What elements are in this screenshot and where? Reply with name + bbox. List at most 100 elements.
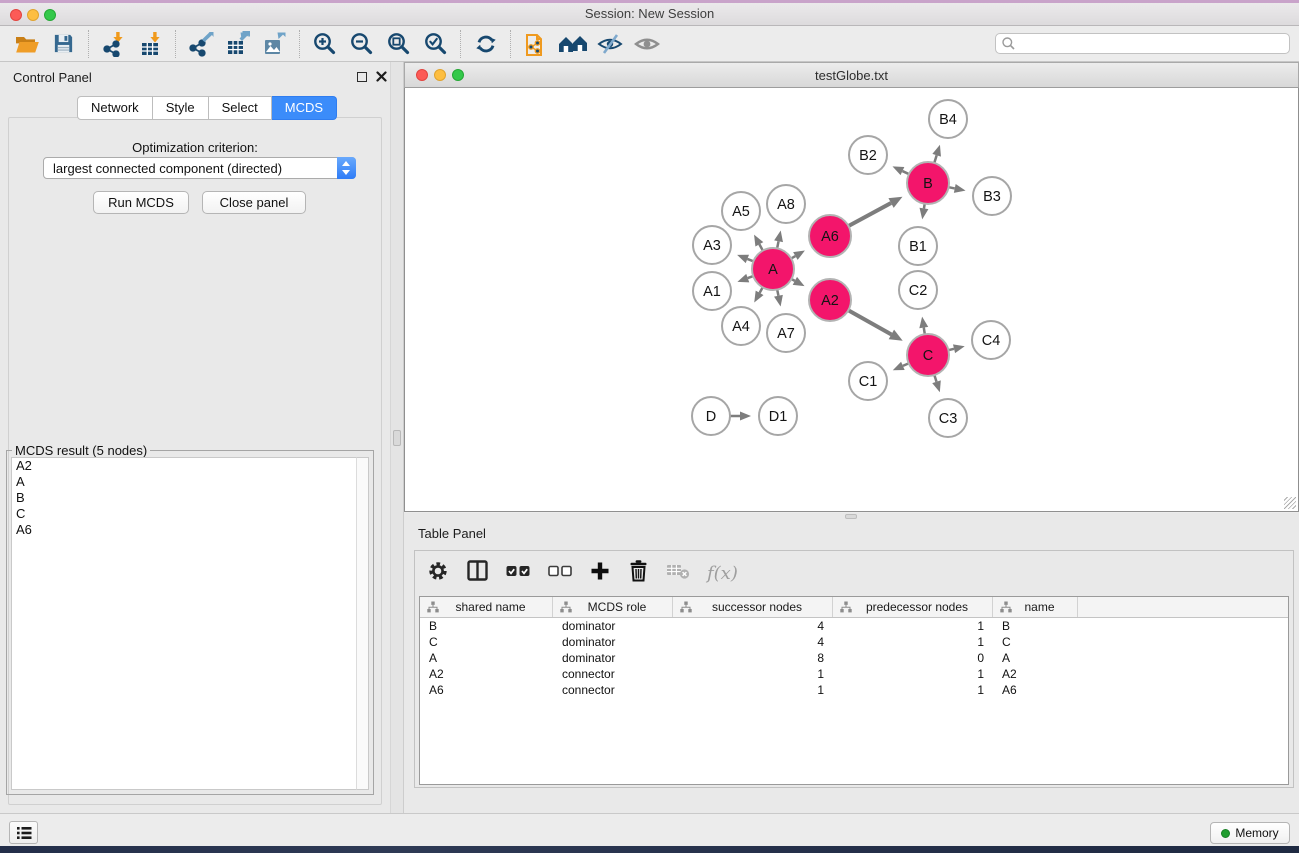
graph-node-label: B4 bbox=[939, 112, 957, 128]
panel-splitter-vertical[interactable] bbox=[390, 62, 404, 813]
close-panel-button[interactable]: Close panel bbox=[202, 191, 306, 214]
hide-selected-button[interactable] bbox=[591, 28, 628, 60]
zoom-in-button[interactable] bbox=[306, 28, 343, 60]
result-item[interactable]: A6 bbox=[12, 522, 356, 538]
network-minimize-button[interactable] bbox=[434, 69, 446, 81]
graph-node-label: C1 bbox=[859, 374, 878, 390]
table-settings-button[interactable] bbox=[427, 560, 449, 587]
edge-arrowhead-icon bbox=[954, 184, 966, 193]
apply-layout-button[interactable] bbox=[467, 28, 504, 60]
network-close-button[interactable] bbox=[416, 69, 428, 81]
deselect-all-rows-button[interactable] bbox=[548, 564, 572, 582]
column-header-name[interactable]: name bbox=[993, 597, 1078, 617]
first-neighbors-button[interactable] bbox=[554, 28, 591, 60]
zoom-selected-button[interactable] bbox=[417, 28, 454, 60]
result-item[interactable]: A bbox=[12, 474, 356, 490]
import-network-button[interactable] bbox=[95, 28, 132, 60]
table-cell: connector bbox=[553, 683, 673, 697]
table-cell: dominator bbox=[553, 651, 673, 665]
mcds-result-list[interactable]: A2ABCA6 bbox=[11, 457, 356, 790]
main-toolbar bbox=[0, 26, 1299, 62]
node-table-rows: Bdominator41BCdominator41CAdominator80AA… bbox=[420, 618, 1288, 698]
result-item[interactable]: C bbox=[12, 506, 356, 522]
export-network-button[interactable] bbox=[182, 28, 219, 60]
splitter-handle[interactable] bbox=[393, 430, 401, 446]
table-toolbar: f(x) bbox=[415, 551, 1293, 595]
zoom-window-button[interactable] bbox=[44, 9, 56, 21]
window-title: Session: New Session bbox=[0, 3, 1299, 25]
table-panel: Table Panel f(x) shared nameMCDS rolesuc… bbox=[404, 520, 1299, 813]
column-header-MCDS-role[interactable]: MCDS role bbox=[553, 597, 673, 617]
table-cell: 1 bbox=[673, 667, 833, 681]
table-cell: 4 bbox=[673, 635, 833, 649]
graph-node-label: B1 bbox=[909, 239, 927, 255]
graph-node-label: A5 bbox=[732, 204, 750, 220]
show-all-button[interactable] bbox=[628, 28, 665, 60]
column-header-shared-name[interactable]: shared name bbox=[420, 597, 553, 617]
resize-grip-icon[interactable] bbox=[1284, 497, 1296, 509]
column-header-label: name bbox=[1012, 600, 1077, 614]
network-window-title: testGlobe.txt bbox=[405, 63, 1298, 88]
minimize-window-button[interactable] bbox=[27, 9, 39, 21]
export-table-button[interactable] bbox=[219, 28, 256, 60]
column-header-label: successor nodes bbox=[692, 600, 832, 614]
column-header-predecessor-nodes[interactable]: predecessor nodes bbox=[833, 597, 993, 617]
float-panel-icon[interactable] bbox=[357, 72, 367, 82]
tab-network[interactable]: Network bbox=[77, 96, 153, 120]
run-mcds-button[interactable]: Run MCDS bbox=[93, 191, 189, 214]
search-input[interactable] bbox=[1016, 35, 1289, 52]
save-floppy-icon bbox=[52, 32, 75, 55]
table-row[interactable]: A6connector11A6 bbox=[420, 682, 1288, 698]
export-image-button[interactable] bbox=[256, 28, 293, 60]
network-from-file-button[interactable] bbox=[517, 28, 554, 60]
select-all-rows-button[interactable] bbox=[506, 564, 531, 582]
network-graph[interactable]: AA6A2BCA5A8A3A1A4A7B2B4B3B1C2C4C1C3DD1 bbox=[405, 88, 1298, 510]
criterion-dropdown[interactable]: largest connected component (directed) bbox=[43, 157, 356, 179]
graph-node-label: C3 bbox=[939, 411, 958, 427]
close-panel-icon[interactable] bbox=[376, 71, 387, 82]
table-row[interactable]: A2connector11A2 bbox=[420, 666, 1288, 682]
graph-node-label: D1 bbox=[769, 409, 788, 425]
import-table-button[interactable] bbox=[132, 28, 169, 60]
tab-style[interactable]: Style bbox=[153, 96, 209, 120]
dropdown-stepper-icon bbox=[337, 157, 356, 179]
save-session-button[interactable] bbox=[45, 28, 82, 60]
edge-arrowhead-icon bbox=[893, 362, 905, 371]
toolbar-separator bbox=[510, 30, 511, 58]
table-row[interactable]: Bdominator41B bbox=[420, 618, 1288, 634]
optimization-criterion-label: Optimization criterion: bbox=[0, 140, 390, 155]
delete-column-button[interactable] bbox=[628, 559, 649, 587]
edge-arrowhead-icon bbox=[953, 344, 965, 353]
network-window-titlebar[interactable]: testGlobe.txt bbox=[404, 62, 1299, 88]
column-panel-button[interactable] bbox=[466, 559, 489, 587]
zoom-fit-button[interactable] bbox=[380, 28, 417, 60]
panel-splitter-horizontal[interactable] bbox=[404, 513, 1299, 520]
memory-button[interactable]: Memory bbox=[1210, 822, 1290, 844]
network-zoom-button[interactable] bbox=[452, 69, 464, 81]
graph-node-label: C bbox=[923, 348, 933, 364]
tree-icon bbox=[1000, 601, 1012, 613]
result-item[interactable]: A2 bbox=[12, 458, 356, 474]
tab-mcds[interactable]: MCDS bbox=[272, 96, 337, 120]
export-image-icon bbox=[262, 31, 288, 57]
table-row[interactable]: Cdominator41C bbox=[420, 634, 1288, 650]
task-history-button[interactable] bbox=[9, 821, 38, 844]
tab-select[interactable]: Select bbox=[209, 96, 272, 120]
mcds-result-group: MCDS result (5 nodes) A2ABCA6 bbox=[6, 450, 374, 795]
add-column-button[interactable] bbox=[589, 560, 611, 587]
splitter-handle[interactable] bbox=[845, 514, 857, 519]
result-scrollbar[interactable] bbox=[356, 457, 369, 790]
close-window-button[interactable] bbox=[10, 9, 22, 21]
graph-node-label: D bbox=[706, 409, 716, 425]
table-cell: 1 bbox=[833, 619, 993, 633]
network-canvas[interactable]: AA6A2BCA5A8A3A1A4A7B2B4B3B1C2C4C1C3DD1 bbox=[404, 88, 1299, 512]
memory-status-icon bbox=[1221, 829, 1230, 838]
open-session-button[interactable] bbox=[8, 28, 45, 60]
result-item[interactable]: B bbox=[12, 490, 356, 506]
table-cell: C bbox=[993, 635, 1078, 649]
export-network-icon bbox=[188, 31, 214, 57]
zoom-out-button[interactable] bbox=[343, 28, 380, 60]
column-header-successor-nodes[interactable]: successor nodes bbox=[673, 597, 833, 617]
table-row[interactable]: Adominator80A bbox=[420, 650, 1288, 666]
search-field[interactable] bbox=[995, 33, 1290, 54]
